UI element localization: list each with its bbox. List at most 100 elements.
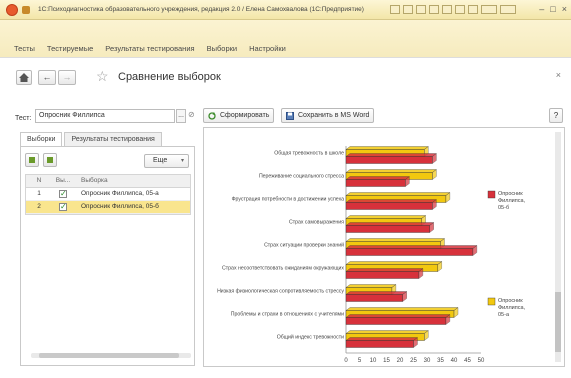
more-label: Еще [153, 157, 168, 164]
menu-item-results[interactable]: Результаты тестирования [105, 44, 194, 53]
x-tick-label: 30 [424, 358, 431, 364]
category-label: Фрустрация потребности в достижении успе… [232, 197, 345, 203]
menu-item-settings[interactable]: Настройки [249, 44, 286, 53]
form-button[interactable]: Сформировать [203, 108, 275, 123]
save-word-button[interactable]: Сохранить в MS Word [281, 108, 375, 123]
more-button[interactable]: Еще ▾ [144, 154, 189, 168]
bar-top [345, 199, 437, 203]
bar-top [345, 146, 429, 150]
row-sample-name: Опросник Филлипса, 05-б [81, 203, 159, 210]
bar-top [345, 153, 437, 157]
bar-top [345, 245, 478, 249]
row-checkbox[interactable]: ✓ [52, 188, 74, 201]
save-word-label: Сохранить в MS Word [298, 112, 370, 119]
legend-swatch [487, 297, 496, 306]
page-header: ← → ☆ Сравнение выборок × [0, 58, 571, 96]
page-title: Сравнение выборок [118, 71, 221, 83]
window-controls: – □ × [539, 4, 567, 14]
bar [345, 156, 433, 164]
x-tick-label: 35 [437, 358, 444, 364]
app-logo-icon[interactable] [6, 4, 18, 16]
minimize-icon[interactable]: – [539, 4, 544, 14]
toolbar-icon[interactable] [429, 5, 439, 14]
tab-test-results[interactable]: Результаты тестирования [64, 132, 162, 146]
checkbox-check[interactable]: ✓ [59, 203, 67, 211]
test-label: Тест: [15, 115, 32, 122]
bar-top [345, 268, 424, 272]
checkbox-check[interactable]: ✓ [59, 190, 67, 198]
legend-label: Опросник [498, 298, 523, 304]
save-icon [286, 112, 294, 120]
home-icon[interactable] [16, 70, 32, 85]
close-window-icon[interactable]: × [562, 4, 567, 14]
x-tick-label: 10 [370, 358, 377, 364]
bar-top [345, 337, 419, 341]
category-label: Низкая физиологическая сопротивляемость … [217, 289, 344, 295]
x-tick-label: 50 [478, 358, 485, 364]
refresh-icon [208, 112, 216, 120]
toolbar-icon[interactable] [442, 5, 452, 14]
vertical-scrollbar[interactable] [555, 132, 561, 362]
add-sample-icon[interactable] [25, 153, 39, 167]
row-sample-name: Опросник Филлипса, 05-а [81, 190, 159, 197]
title-bar: 1С:Психодиагностика образовательного учр… [0, 0, 571, 20]
table-row[interactable]: 1 ✓ Опросник Филлипса, 05-а [26, 188, 190, 201]
bar [345, 225, 430, 233]
toolbar-icon[interactable] [416, 5, 426, 14]
back-button[interactable]: ← [38, 70, 56, 85]
category-label: Общая тревожность в школе [274, 151, 344, 157]
form-button-label: Сформировать [220, 112, 270, 119]
favorite-star-icon[interactable]: ☆ [96, 68, 109, 85]
toolbar-icon[interactable] [403, 5, 413, 14]
window-title: 1С:Психодиагностика образовательного учр… [38, 6, 364, 13]
close-form-icon[interactable]: × [556, 70, 561, 80]
category-label: Страх самовыражения [289, 220, 344, 226]
bar [345, 340, 414, 348]
tab-samples[interactable]: Выборки [20, 132, 63, 146]
column-header-n[interactable]: N [26, 175, 52, 187]
legend-label: 05-б [498, 205, 509, 211]
toolbar-icon[interactable] [390, 5, 400, 14]
column-header-sample[interactable]: Выборка [81, 175, 191, 187]
bar-top [345, 261, 443, 265]
x-tick-label: 5 [358, 358, 362, 364]
maximize-icon[interactable]: □ [550, 4, 555, 14]
scrollbar-thumb[interactable] [39, 353, 179, 358]
copy-sample-icon[interactable] [43, 153, 57, 167]
clear-icon[interactable]: ⊘ [188, 110, 195, 119]
bar-top [345, 330, 429, 334]
chevron-down-icon: ▾ [180, 158, 184, 164]
horizontal-scrollbar[interactable] [31, 353, 191, 358]
bar-top [345, 222, 435, 226]
scrollbar-thumb[interactable] [555, 292, 561, 352]
toolbar-icon[interactable] [500, 5, 516, 14]
samples-table: N Вы... Выборка 1 ✓ Опросник Филлипса, 0… [25, 174, 191, 215]
toolbar-icon[interactable] [455, 5, 465, 14]
legend-label: Опросник [498, 191, 523, 197]
tabs: Выборки Результаты тестирования [20, 132, 164, 146]
category-label: Переживание социального стресса [259, 174, 344, 180]
legend-label: Филлипса, [498, 305, 526, 311]
legend-label: 05-а [498, 312, 510, 318]
test-input[interactable]: Опросник Филлипса [35, 109, 175, 123]
column-header-selected[interactable]: Вы... [52, 175, 74, 187]
table-row[interactable]: 2 ✓ Опросник Филлипса, 05-б [26, 201, 190, 214]
row-checkbox[interactable]: ✓ [52, 201, 74, 214]
category-label: Общий индекс тревожности [277, 334, 344, 341]
category-label: Страх ситуации проверки знаний [264, 242, 344, 249]
menu-item-samples[interactable]: Выборки [207, 44, 238, 53]
panel-toolbar [25, 153, 57, 167]
x-tick-label: 15 [383, 358, 390, 364]
table-header: N Вы... Выборка [26, 175, 190, 188]
toolbar-icon[interactable] [481, 5, 497, 14]
forward-button[interactable]: → [58, 70, 76, 85]
bar-top [345, 314, 451, 318]
select-test-button[interactable]: ... [176, 109, 186, 123]
app-menu-icon[interactable] [22, 6, 30, 14]
toolbar-icon[interactable] [468, 5, 478, 14]
help-button[interactable]: ? [549, 108, 563, 123]
bar [345, 294, 403, 302]
menu-item-tests[interactable]: Тесты [14, 44, 35, 53]
menu-item-subjects[interactable]: Тестируемые [47, 44, 93, 53]
bar [345, 202, 433, 210]
